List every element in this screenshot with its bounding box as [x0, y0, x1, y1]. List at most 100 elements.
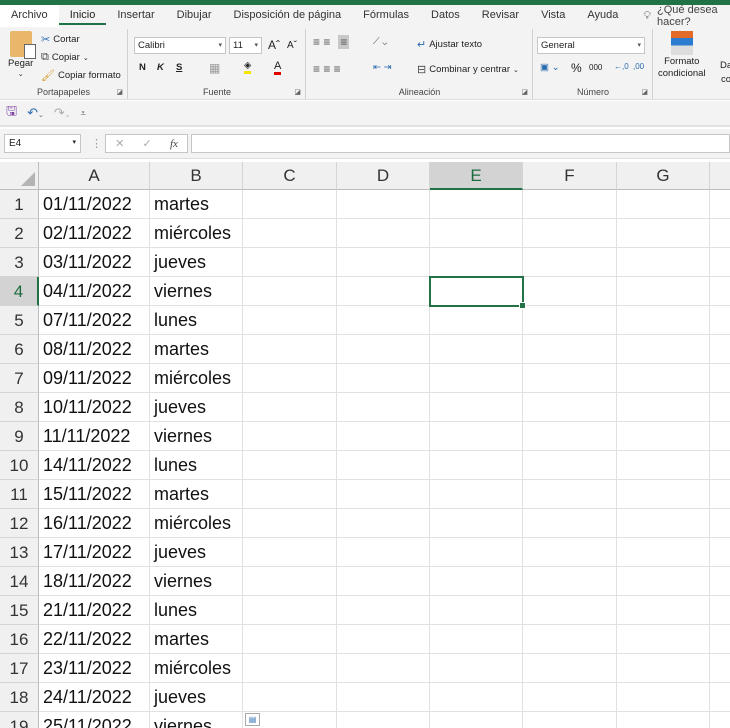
cut-button[interactable]: ✂ Cortar	[41, 33, 80, 46]
cell-weekday[interactable]: martes	[150, 190, 243, 219]
cell[interactable]	[243, 248, 337, 277]
wrap-text-button[interactable]: ↵ Ajustar texto	[417, 38, 482, 51]
cell[interactable]	[523, 625, 617, 654]
cell-date[interactable]: 14/11/2022	[39, 451, 150, 480]
cell-weekday[interactable]: lunes	[150, 306, 243, 335]
cell[interactable]	[337, 393, 430, 422]
cell[interactable]	[710, 335, 730, 364]
underline-button[interactable]: S	[176, 62, 182, 73]
selected-cell-e4[interactable]	[429, 276, 526, 309]
cell[interactable]	[430, 335, 523, 364]
horizontal-align-icons[interactable]: ≡ ≡ ≡	[313, 62, 341, 76]
cell[interactable]	[430, 509, 523, 538]
cell[interactable]	[710, 422, 730, 451]
cell[interactable]	[337, 509, 430, 538]
orientation-icon[interactable]: ⟋ ⌄	[373, 36, 387, 47]
cell[interactable]	[617, 567, 710, 596]
cell-date[interactable]: 03/11/2022	[39, 248, 150, 277]
column-header-d[interactable]: D	[337, 162, 430, 190]
cell-date[interactable]: 08/11/2022	[39, 335, 150, 364]
cell[interactable]	[710, 654, 730, 683]
cell[interactable]	[523, 277, 617, 306]
cell[interactable]	[710, 683, 730, 712]
cell[interactable]	[523, 509, 617, 538]
cell[interactable]	[523, 654, 617, 683]
cell[interactable]	[617, 393, 710, 422]
cell[interactable]	[243, 596, 337, 625]
autosave-icon[interactable]: 🖫	[6, 102, 17, 124]
row-header[interactable]: 5	[0, 306, 39, 335]
cell-date[interactable]: 17/11/2022	[39, 538, 150, 567]
cell-date[interactable]: 16/11/2022	[39, 509, 150, 538]
conditional-format-button[interactable]: Formato condicional	[658, 31, 706, 79]
cell-date[interactable]: 11/11/2022	[39, 422, 150, 451]
cell[interactable]	[337, 277, 430, 306]
cell[interactable]	[617, 683, 710, 712]
cell[interactable]	[243, 538, 337, 567]
cell[interactable]	[430, 306, 523, 335]
cell-weekday[interactable]: viernes	[150, 712, 243, 728]
select-all-button[interactable]	[0, 162, 39, 190]
tab-archivo[interactable]: Archivo	[0, 5, 59, 27]
row-header[interactable]: 15	[0, 596, 39, 625]
cell[interactable]	[523, 538, 617, 567]
row-header[interactable]: 18	[0, 683, 39, 712]
cell[interactable]	[523, 393, 617, 422]
cell[interactable]	[710, 538, 730, 567]
cell-weekday[interactable]: lunes	[150, 596, 243, 625]
tab-vista[interactable]: Vista	[530, 5, 576, 27]
cell[interactable]	[337, 625, 430, 654]
cell[interactable]	[430, 219, 523, 248]
cell-weekday[interactable]: lunes	[150, 451, 243, 480]
cell[interactable]	[430, 567, 523, 596]
cell[interactable]	[710, 248, 730, 277]
cell[interactable]	[430, 480, 523, 509]
row-header[interactable]: 16	[0, 625, 39, 654]
copy-button[interactable]: ⧉ Copiar ⌄	[41, 51, 89, 64]
cell[interactable]	[243, 364, 337, 393]
cell-weekday[interactable]: viernes	[150, 422, 243, 451]
cell-weekday[interactable]: jueves	[150, 248, 243, 277]
row-header[interactable]: 9	[0, 422, 39, 451]
cell[interactable]	[617, 306, 710, 335]
row-header[interactable]: 10	[0, 451, 39, 480]
tab-revisar[interactable]: Revisar	[471, 5, 530, 27]
cell[interactable]	[710, 625, 730, 654]
cell[interactable]	[243, 683, 337, 712]
cell[interactable]	[430, 451, 523, 480]
row-header[interactable]: 13	[0, 538, 39, 567]
redo-icon[interactable]: ↷⌄	[54, 105, 71, 121]
dialog-launcher-icon[interactable]: ◪	[521, 88, 528, 96]
cell[interactable]	[617, 422, 710, 451]
cell[interactable]	[430, 248, 523, 277]
cell[interactable]	[523, 190, 617, 219]
cell[interactable]	[523, 567, 617, 596]
cell[interactable]	[430, 683, 523, 712]
cell[interactable]	[617, 712, 710, 728]
font-color-icon[interactable]: A	[274, 60, 282, 75]
cell[interactable]	[243, 219, 337, 248]
cell-date[interactable]: 24/11/2022	[39, 683, 150, 712]
column-header-g[interactable]: G	[617, 162, 710, 190]
cell[interactable]	[523, 306, 617, 335]
cell[interactable]	[617, 509, 710, 538]
cell[interactable]	[430, 364, 523, 393]
cell[interactable]	[430, 393, 523, 422]
cell[interactable]	[617, 625, 710, 654]
cell[interactable]	[337, 364, 430, 393]
cell[interactable]	[617, 364, 710, 393]
cell[interactable]	[243, 509, 337, 538]
cell[interactable]	[243, 480, 337, 509]
auto-fill-options-icon[interactable]: ▤	[245, 713, 260, 726]
row-header[interactable]: 14	[0, 567, 39, 596]
cell[interactable]	[523, 480, 617, 509]
cell-date[interactable]: 02/11/2022	[39, 219, 150, 248]
borders-icon[interactable]: ▦	[209, 61, 220, 75]
tell-me-search[interactable]: 💡︎ ¿Qué desea hacer?	[629, 4, 730, 28]
cell[interactable]	[617, 277, 710, 306]
cell[interactable]	[337, 219, 430, 248]
cell[interactable]	[243, 393, 337, 422]
customize-qat-icon[interactable]: ⩡	[81, 108, 86, 119]
cell[interactable]	[430, 596, 523, 625]
cell[interactable]	[243, 422, 337, 451]
